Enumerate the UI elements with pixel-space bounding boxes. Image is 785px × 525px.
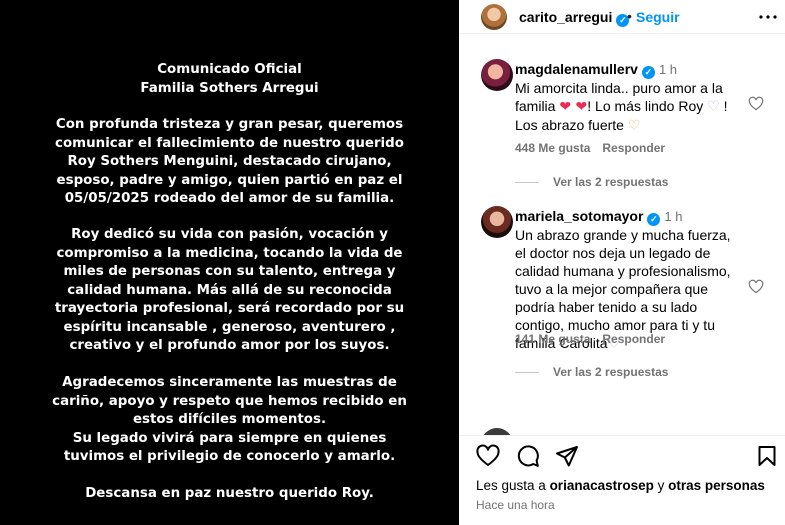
verified-icon: ✓ (647, 213, 661, 226)
heart-icon[interactable] (748, 279, 764, 295)
text-line: trayectoria profesional, será recordado … (54, 301, 405, 316)
comment-likes-count[interactable]: 141 Me gusta (515, 332, 590, 346)
post-sidebar: carito_arregui ✓ • Seguir magdalenamuller… (459, 0, 785, 525)
author-username[interactable]: carito_arregui ✓ (519, 9, 630, 27)
likes-summary: Les gusta a orianacastrosep y otras pers… (476, 478, 765, 493)
comment-meta: 141 Me gusta Responder (515, 332, 677, 346)
replies-rule (515, 372, 539, 373)
comment-time: 1 h (658, 62, 678, 77)
follow-button[interactable]: Seguir (636, 9, 680, 25)
text-line: comunicar el fallecimiento de nuestro qu… (55, 135, 404, 151)
text-line: 05/05/2025 rodeado del amor de su famili… (64, 191, 395, 206)
text-line: Familia Sothers Arregui (140, 80, 319, 96)
reply-button[interactable]: Responder (602, 141, 665, 155)
likes-connector: y (653, 478, 669, 493)
announcement-paragraph-3: Agradecemos sinceramente las muestras de… (0, 374, 459, 467)
text-line: calidad humana. Más allá de su reconocid… (67, 282, 392, 298)
post-time: Hace una hora (476, 498, 555, 512)
view-replies-label[interactable]: Ver las 2 respuestas (553, 365, 668, 379)
comment-time: 1 h (664, 209, 683, 224)
text-line: miles de personas con su talento, entreg… (63, 264, 396, 279)
comment-text: Mi amorcita linda.. puro amor a la famil… (515, 79, 745, 135)
separator-dot: • (627, 8, 632, 24)
red-heart-emoji: ❤ ❤ (559, 99, 588, 115)
comment-meta: 448 Me gusta Responder (515, 141, 677, 155)
post-image: Comunicado Oficial Familia Sothers Arreg… (0, 0, 459, 525)
verified-icon: ✓ (641, 66, 655, 79)
text-line: compromiso a la medicina, tocando la vid… (56, 245, 403, 261)
commenter-username-text[interactable]: magdalenamullerv (515, 61, 638, 77)
announcement-closing: Descansa en paz nuestro querido Roy. (0, 485, 459, 504)
post-header: carito_arregui ✓ • Seguir (459, 0, 785, 34)
author-username-text[interactable]: carito_arregui (519, 9, 612, 25)
text-line: Su legado vivirá para siempre en quienes (72, 430, 387, 446)
text-line: espíritu incansable , generoso, aventure… (63, 319, 396, 335)
save-icon[interactable] (755, 444, 779, 468)
heart-icon[interactable] (476, 444, 500, 468)
comment-text-part: ! Lo más lindo Roy (587, 98, 708, 114)
likes-prefix: Les gusta a (476, 478, 550, 493)
text-line: creativo y el profundo amor por los suyo… (69, 338, 390, 353)
commenter-avatar[interactable] (481, 59, 513, 91)
author-avatar[interactable] (481, 4, 507, 30)
announcement-paragraph-1: Con profunda tristeza y gran pesar, quer… (0, 116, 459, 209)
reply-button[interactable]: Responder (602, 332, 665, 346)
heart-hands-emoji: ♡ (627, 118, 641, 134)
text-line: Roy Sothers Menguini, destacado cirujano… (67, 154, 392, 169)
white-heart-emoji: ♡ (707, 99, 720, 115)
text-line: Con profunda tristeza y gran pesar, quer… (55, 117, 404, 132)
replies-rule (515, 182, 539, 183)
view-replies-button[interactable]: Ver las 2 respuestas (515, 175, 668, 189)
other-likers-link[interactable]: otras personas (668, 478, 765, 493)
text-line: Descansa en paz nuestro querido Roy. (85, 486, 374, 501)
comment-icon[interactable] (516, 444, 540, 468)
text-line: Agradecemos sinceramente las muestras de (62, 375, 397, 390)
text-line: Comunicado Oficial (157, 62, 302, 77)
view-replies-label[interactable]: Ver las 2 respuestas (553, 175, 668, 189)
commenter-username[interactable]: magdalenamullerv ✓ 1 h (515, 61, 677, 79)
text-line: estos difíciles momentos. (132, 412, 327, 427)
text-line: esposo, padre y amigo, quien partió en p… (56, 172, 403, 188)
view-replies-button[interactable]: Ver las 2 respuestas (515, 365, 668, 379)
comments-list[interactable]: magdalenamullerv ✓ 1 h Mi amorcita linda..… (459, 35, 785, 435)
heart-icon[interactable] (748, 96, 764, 112)
announcement-paragraph-2: Roy dedicó su vida con pasión, vocación … (0, 226, 459, 356)
next-commenter-avatar[interactable] (481, 428, 513, 435)
commenter-username-text[interactable]: mariela_sotomayor (515, 208, 643, 224)
more-icon[interactable] (756, 5, 780, 29)
post-actions: Les gusta a orianacastrosep y otras pers… (459, 435, 785, 525)
announcement-title: Comunicado Oficial Familia Sothers Arreg… (0, 61, 459, 98)
comment-likes-count[interactable]: 448 Me gusta (515, 141, 590, 155)
text-line: Roy dedicó su vida con pasión, vocación … (71, 227, 388, 242)
commenter-avatar[interactable] (481, 206, 513, 238)
share-icon[interactable] (555, 444, 579, 468)
commenter-username[interactable]: mariela_sotomayor ✓ 1 h (515, 208, 682, 226)
text-line: cariño, apoyo y respeto que hemos recibi… (52, 393, 407, 409)
liker-username[interactable]: orianacastrosep (550, 478, 654, 493)
text-line: tuvimos el privilegio de conocerlo y ama… (63, 449, 396, 464)
